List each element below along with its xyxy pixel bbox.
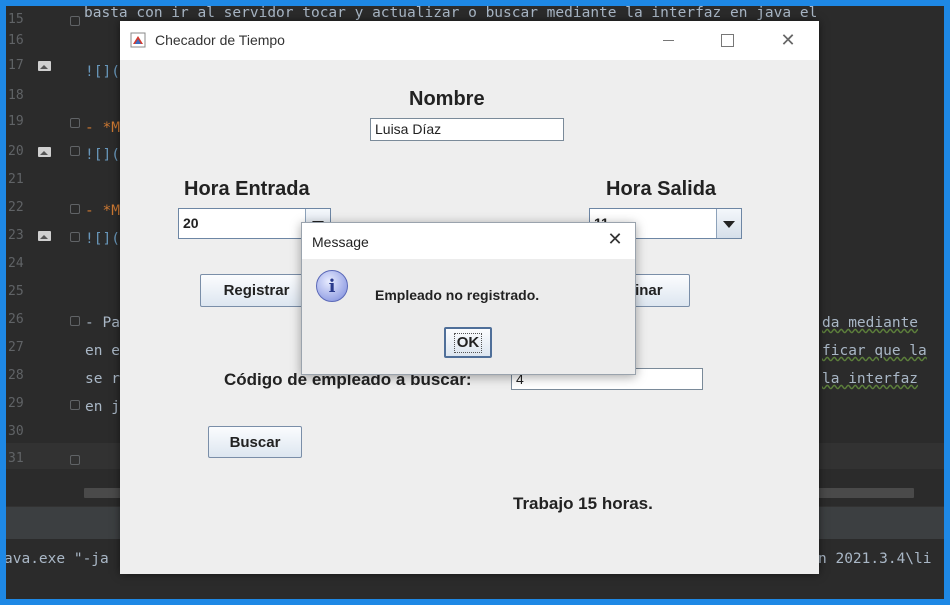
window-titlebar[interactable]: Checador de Tiempo ✕ bbox=[120, 21, 819, 60]
message-dialog: Message ✕ i Empleado no registrado. OK bbox=[301, 222, 636, 375]
console-text-left: ava.exe "-ja bbox=[6, 551, 109, 567]
line-number: 23 bbox=[6, 223, 66, 249]
java-app-icon bbox=[130, 32, 146, 48]
minimize-button[interactable] bbox=[639, 21, 697, 60]
hora-entrada-value: 20 bbox=[183, 215, 199, 231]
line-number: 17 bbox=[6, 53, 66, 79]
fold-marker-icon[interactable] bbox=[70, 232, 80, 242]
image-icon[interactable] bbox=[38, 147, 51, 157]
image-icon[interactable] bbox=[38, 61, 51, 71]
line-number: 16 bbox=[8, 33, 24, 48]
information-icon: i bbox=[316, 270, 348, 302]
line-number: 19 bbox=[8, 114, 24, 129]
ok-button[interactable]: OK bbox=[444, 327, 492, 358]
console-text-right: n 2021.3.4\li bbox=[818, 551, 932, 567]
fold-marker-icon[interactable] bbox=[70, 16, 80, 26]
fold-marker-icon[interactable] bbox=[70, 146, 80, 156]
fold-marker-icon[interactable] bbox=[70, 316, 80, 326]
buscar-button[interactable]: Buscar bbox=[208, 426, 302, 458]
nombre-label: Nombre bbox=[409, 88, 485, 110]
code-line-27-right[interactable]: ficar que la bbox=[822, 338, 927, 364]
window-title: Checador de Tiempo bbox=[155, 32, 285, 48]
code-line-28-left[interactable]: se r bbox=[85, 366, 120, 392]
close-button[interactable]: ✕ bbox=[759, 21, 817, 60]
dialog-close-button[interactable]: ✕ bbox=[603, 228, 627, 252]
code-line-17[interactable]: ![]( bbox=[85, 59, 120, 85]
code-line-19[interactable]: - *M bbox=[85, 115, 120, 141]
line-number: 22 bbox=[8, 200, 24, 215]
line-number: 30 bbox=[8, 424, 24, 439]
code-line-27-left[interactable]: en e bbox=[85, 338, 120, 364]
line-number: 21 bbox=[8, 172, 24, 187]
line-number: 24 bbox=[8, 256, 24, 271]
ok-button-label: OK bbox=[453, 332, 483, 353]
minimize-icon bbox=[662, 40, 674, 41]
result-label: Trabajo 15 horas. bbox=[513, 494, 653, 513]
fold-marker-icon[interactable] bbox=[70, 204, 80, 214]
hora-salida-label: Hora Salida bbox=[606, 178, 717, 200]
dialog-title: Message bbox=[312, 234, 369, 250]
line-number: 29 bbox=[8, 396, 24, 411]
line-number: 27 bbox=[8, 340, 24, 355]
hora-entrada-label: Hora Entrada bbox=[184, 178, 310, 200]
code-line-26-right[interactable]: da mediante bbox=[822, 310, 918, 336]
line-number: 26 bbox=[8, 312, 24, 327]
registrar-button[interactable]: Registrar bbox=[200, 274, 313, 307]
fold-marker-icon[interactable] bbox=[70, 455, 80, 465]
line-number: 18 bbox=[8, 88, 24, 103]
nombre-field[interactable]: Luisa Díaz bbox=[370, 118, 564, 141]
line-number: 25 bbox=[8, 284, 24, 299]
dialog-titlebar[interactable]: Message ✕ bbox=[302, 223, 635, 259]
code-line-23[interactable]: ![]( bbox=[85, 226, 120, 252]
maximize-icon bbox=[720, 34, 734, 47]
code-line-22[interactable]: - *M bbox=[85, 198, 120, 224]
code-line-29-left[interactable]: en j bbox=[85, 394, 120, 420]
line-number: 28 bbox=[8, 368, 24, 383]
fold-marker-icon[interactable] bbox=[70, 118, 80, 128]
line-number: 31 bbox=[8, 451, 24, 466]
code-line-26-left[interactable]: - Pa bbox=[85, 310, 120, 336]
code-line-28-right[interactable]: la interfaz bbox=[822, 366, 918, 392]
maximize-button[interactable] bbox=[698, 21, 756, 60]
close-icon: ✕ bbox=[780, 30, 796, 51]
image-icon[interactable] bbox=[38, 231, 51, 241]
code-line-20[interactable]: ![]( bbox=[85, 142, 120, 168]
chevron-down-icon[interactable] bbox=[716, 209, 741, 238]
dialog-message: Empleado no registrado. bbox=[375, 287, 540, 303]
fold-marker-icon[interactable] bbox=[70, 400, 80, 410]
line-number: 20 bbox=[6, 139, 66, 165]
